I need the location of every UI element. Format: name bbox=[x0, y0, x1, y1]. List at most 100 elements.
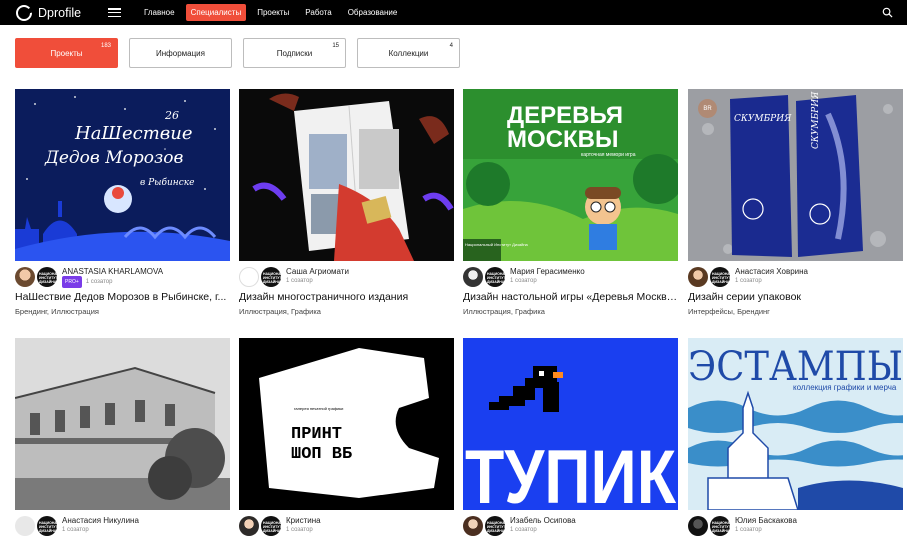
cover-text: ПРИНТ bbox=[291, 425, 342, 444]
tab-information[interactable]: Информация bbox=[129, 38, 232, 68]
author-name[interactable]: Кристина bbox=[286, 516, 321, 525]
tab-subscriptions[interactable]: Подписки 15 bbox=[243, 38, 346, 68]
tab-count: 4 bbox=[449, 43, 453, 49]
project-tags: Брендинг, Иллюстрация bbox=[15, 307, 99, 316]
author-name[interactable]: Мария Герасименко bbox=[510, 267, 585, 276]
author-name[interactable]: Юлия Баскакова bbox=[735, 516, 797, 525]
profile-tabs: Проекты 183 Информация Подписки 15 Коллекц… bbox=[15, 38, 471, 68]
nav-item-main[interactable]: Главное bbox=[139, 4, 180, 21]
coauthor-avatar[interactable]: НАЦИОНАЛЬНЫЙ ИНСТИТУТ ДИЗАЙНА bbox=[485, 267, 505, 287]
author-row: НАЦИОНАЛЬНЫЙ ИНСТИТУТ ДИЗАЙНА Мария Гера… bbox=[463, 267, 678, 287]
tab-label: Коллекции bbox=[388, 48, 429, 58]
project-tags: Иллюстрация, Графика bbox=[463, 307, 545, 316]
nav-item-specialists[interactable]: Специалисты bbox=[185, 4, 247, 21]
cover-text: Дедов Морозов bbox=[44, 148, 183, 168]
author-name[interactable]: Анастасия Никулина bbox=[62, 516, 139, 525]
main-nav: Главное Специалисты Проекты Работа Образ… bbox=[139, 4, 408, 21]
author-avatar[interactable] bbox=[239, 267, 259, 287]
project-card[interactable]: НАЦИОНАЛЬНЫЙ ИНСТИТУТ ДИЗАЙНА Анастасия … bbox=[15, 338, 230, 536]
coauthor-count: 1 созатор bbox=[286, 278, 313, 284]
project-title[interactable]: Дизайн серии упаковок bbox=[688, 291, 903, 303]
cover-text: СКУМБРИЯ bbox=[811, 91, 821, 149]
author-avatar[interactable] bbox=[15, 267, 35, 287]
project-card[interactable]: ЭСТАМПЫ коллекция графики и мерча НАЦИОН… bbox=[688, 338, 903, 536]
cover-text: МОСКВЫ bbox=[507, 126, 618, 153]
project-card[interactable]: ТУПИК НАЦИОНАЛЬНЫЙ ИНСТИТУТ ДИЗАЙНА Изаб… bbox=[463, 338, 678, 536]
project-cover[interactable]: ДЕРЕВЬЯ МОСКВЫ карточная мемори игра Нац… bbox=[463, 89, 678, 261]
author-row: НАЦИОНАЛЬНЫЙ ИНСТИТУТ ДИЗАЙНА Изабель Ос… bbox=[463, 516, 678, 536]
coauthor-avatar[interactable]: НАЦИОНАЛЬНЫЙ ИНСТИТУТ ДИЗАЙНА bbox=[710, 267, 730, 287]
author-row: НАЦИОНАЛЬНЫЙ ИНСТИТУТ ДИЗАЙНА Саша Агрио… bbox=[239, 267, 454, 287]
cover-text: Национальный Институт Дизайна bbox=[465, 242, 529, 247]
brand-logo[interactable]: Dprofile bbox=[16, 4, 100, 21]
author-row: НАЦИОНАЛЬНЫЙ ИНСТИТУТ ДИЗАЙНА Юлия Баска… bbox=[688, 516, 903, 536]
coauthor-count: 1 созатор bbox=[510, 278, 537, 284]
logo-icon bbox=[16, 4, 33, 21]
project-cover[interactable]: НаШествие 26 Дедов Морозов в Рыбинске bbox=[15, 89, 230, 261]
coauthor-avatar[interactable]: НАЦИОНАЛЬНЫЙ ИНСТИТУТ ДИЗАЙНА bbox=[261, 516, 281, 536]
project-cover[interactable] bbox=[239, 89, 454, 261]
author-avatar[interactable] bbox=[15, 516, 35, 536]
author-avatar[interactable] bbox=[239, 516, 259, 536]
project-card[interactable]: НАЦИОНАЛЬНЫЙ ИНСТИТУТ ДИЗАЙНА Саша Агрио… bbox=[239, 89, 454, 316]
tab-collections[interactable]: Коллекции 4 bbox=[357, 38, 460, 68]
project-tags: Интерфейсы, Брендинг bbox=[688, 307, 770, 316]
coauthor-avatar[interactable]: НАЦИОНАЛЬНЫЙ ИНСТИТУТ ДИЗАЙНА bbox=[37, 267, 57, 287]
project-card[interactable]: ДЕРЕВЬЯ МОСКВЫ карточная мемори игра Нац… bbox=[463, 89, 678, 316]
coauthor-count: 1 созатор bbox=[85, 279, 113, 285]
project-tags: Иллюстрация, Графика bbox=[239, 307, 321, 316]
coauthor-avatar[interactable]: НАЦИОНАЛЬНЫЙ ИНСТИТУТ ДИЗАЙНА bbox=[485, 516, 505, 536]
cover-text: ТУПИК bbox=[465, 435, 677, 510]
author-name[interactable]: Изабель Осипова bbox=[510, 516, 576, 525]
cover-text: в Рыбинске bbox=[140, 177, 194, 188]
project-cover[interactable] bbox=[15, 338, 230, 510]
author-avatar[interactable] bbox=[688, 267, 708, 287]
author-name[interactable]: Анастасия Ховрина bbox=[735, 267, 808, 276]
project-card[interactable]: СКУМБРИЯ СКУМБРИЯ BR НАЦИОНАЛЬНЫЙ ИНСТИТ… bbox=[688, 89, 903, 316]
coauthor-count: 1 созатор bbox=[62, 527, 89, 533]
coauthor-avatar[interactable]: НАЦИОНАЛЬНЫЙ ИНСТИТУТ ДИЗАЙНА bbox=[261, 267, 281, 287]
coauthor-count: 1 созатор bbox=[735, 278, 762, 284]
nav-item-jobs[interactable]: Работа bbox=[300, 4, 336, 21]
project-card[interactable]: НаШествие 26 Дедов Морозов в Рыбинске НА… bbox=[15, 89, 230, 316]
project-title[interactable]: Дизайн настольной игры «Деревья Москвы» bbox=[463, 291, 678, 303]
project-cover[interactable]: галерея печатной графики ПРИНТ ШОП ВБ bbox=[239, 338, 454, 510]
author-avatar[interactable] bbox=[688, 516, 708, 536]
cover-text: СКУМБРИЯ bbox=[734, 114, 792, 124]
top-navigation-bar: Dprofile Главное Специалисты Проекты Раб… bbox=[0, 0, 907, 25]
project-cover[interactable]: ЭСТАМПЫ коллекция графики и мерча bbox=[688, 338, 903, 510]
project-card[interactable]: галерея печатной графики ПРИНТ ШОП ВБ НА… bbox=[239, 338, 454, 536]
coauthor-avatar[interactable]: НАЦИОНАЛЬНЫЙ ИНСТИТУТ ДИЗАЙНА bbox=[37, 516, 57, 536]
project-title[interactable]: НаШествие Дедов Морозов в Рыбинске, г... bbox=[15, 291, 230, 303]
cover-text: 26 bbox=[164, 109, 179, 122]
tab-projects[interactable]: Проекты 183 bbox=[15, 38, 118, 68]
tab-label: Информация bbox=[156, 48, 205, 58]
cover-text: коллекция графики и мерча bbox=[793, 383, 897, 392]
project-cover[interactable]: СКУМБРИЯ СКУМБРИЯ BR bbox=[688, 89, 903, 261]
author-name[interactable]: Саша Агриомати bbox=[286, 267, 349, 276]
cover-text: карточная мемори игра bbox=[581, 152, 636, 158]
pro-badge: PRO+ bbox=[62, 276, 82, 288]
cover-text: галерея печатной графики bbox=[294, 406, 343, 411]
nav-item-projects[interactable]: Проекты bbox=[252, 4, 294, 21]
tab-label: Подписки bbox=[276, 48, 313, 58]
nav-item-education[interactable]: Образование bbox=[343, 4, 403, 21]
author-avatar[interactable] bbox=[463, 267, 483, 287]
cover-text: ШОП ВБ bbox=[291, 445, 352, 464]
author-avatar[interactable] bbox=[463, 516, 483, 536]
author-row: НАЦИОНАЛЬНЫЙ ИНСТИТУТ ДИЗАЙНА Анастасия … bbox=[15, 516, 230, 536]
menu-icon[interactable] bbox=[108, 8, 121, 17]
tab-count: 183 bbox=[100, 43, 111, 49]
cover-text: НаШествие bbox=[74, 123, 193, 144]
coauthor-count: 1 созатор bbox=[510, 527, 537, 533]
search-icon[interactable] bbox=[882, 7, 893, 18]
coauthor-count: 1 созатор bbox=[286, 527, 313, 533]
cover-text: ДЕРЕВЬЯ bbox=[507, 102, 623, 129]
project-cover[interactable]: ТУПИК bbox=[463, 338, 678, 510]
brand-name: Dprofile bbox=[38, 5, 82, 20]
author-name[interactable]: ANASTASIA KHARLAMOVA bbox=[62, 267, 163, 276]
author-row: НАЦИОНАЛЬНЫЙ ИНСТИТУТ ДИЗАЙНА Кристина 1… bbox=[239, 516, 454, 536]
author-row: НАЦИОНАЛЬНЫЙ ИНСТИТУТ ДИЗАЙНА Анастасия … bbox=[688, 267, 903, 287]
coauthor-avatar[interactable]: НАЦИОНАЛЬНЫЙ ИНСТИТУТ ДИЗАЙНА bbox=[710, 516, 730, 536]
project-title[interactable]: Дизайн многостраничного издания bbox=[239, 291, 454, 303]
